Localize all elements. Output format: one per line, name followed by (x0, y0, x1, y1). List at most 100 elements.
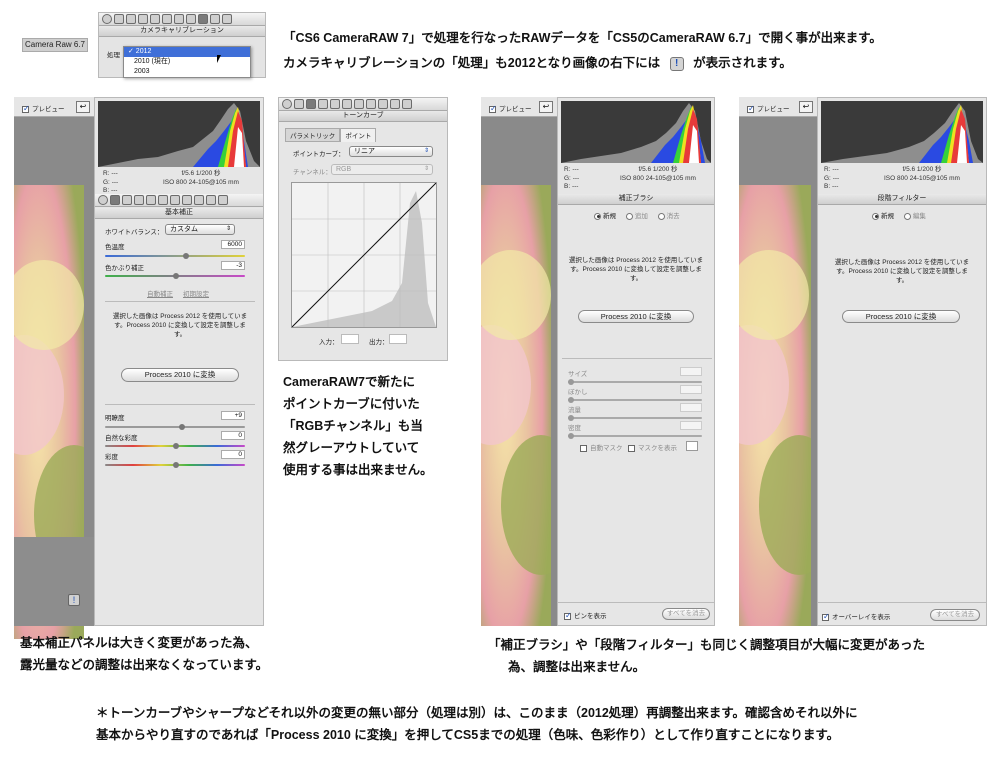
tab-basic-icon[interactable] (110, 195, 120, 205)
tab-presets-icon[interactable] (206, 195, 216, 205)
convert-message: 選択した画像は Process 2012 を使用しています。Process 20… (834, 259, 970, 284)
input-label: 入力： (319, 339, 339, 346)
process-warning-icon[interactable]: ! (68, 594, 80, 606)
basic-side-panel: R: --- G: --- B: --- f/5.6 1/200 秒 ISO 8… (94, 97, 264, 626)
snapshots-icon[interactable] (222, 14, 232, 24)
basic-panel-screenshot: プレビュー ↩ (14, 97, 264, 639)
clarity-slider[interactable] (105, 424, 245, 430)
curve-icon[interactable] (126, 14, 136, 24)
tab-detail-icon[interactable] (318, 99, 328, 109)
divider (105, 301, 255, 302)
tab-hsl-icon[interactable] (330, 99, 340, 109)
show-pins-checkbox[interactable]: ピンを表示 (564, 610, 607, 620)
calibration-panel-snippet: カメラキャリブレーション 処理 ✓ 2012 2010 (現在) 2003 (98, 12, 266, 78)
divider (558, 602, 714, 603)
preview-toggle-icon[interactable]: ↩ (76, 101, 90, 113)
preview-toggle-icon[interactable]: ↩ (799, 101, 813, 113)
saturation-label: 彩度 (105, 454, 118, 461)
tab-lens-icon[interactable] (170, 195, 180, 205)
divider (105, 404, 255, 405)
tab-split-icon[interactable] (158, 195, 168, 205)
channel-select: RGB ⇕ (331, 164, 433, 175)
tab-basic-icon[interactable] (294, 99, 304, 109)
basic-toolbar (95, 194, 263, 207)
split-icon[interactable] (162, 14, 172, 24)
curve-select[interactable]: リニア ⇕ (349, 146, 433, 157)
brush-note: 「補正ブラシ」や「段階フィルター」も同じく調整項目が大幅に変更があった 為、調整… (488, 638, 926, 674)
tint-label: 色かぶり補正 (105, 265, 144, 272)
process-option-2010[interactable]: 2010 (現在) (124, 57, 250, 67)
process-dropdown-menu[interactable]: ✓ 2012 2010 (現在) 2003 (123, 46, 251, 78)
mode-add-radio[interactable]: 追加 (625, 212, 648, 220)
tab-histogram-icon[interactable] (98, 195, 108, 205)
preview-bar: プレビュー ↩ (481, 97, 557, 117)
tab-split-icon[interactable] (342, 99, 352, 109)
tint-slider[interactable] (105, 273, 245, 279)
tab-detail-icon[interactable] (134, 195, 144, 205)
tab-camera-icon[interactable] (378, 99, 388, 109)
curve-graph[interactable] (291, 182, 437, 328)
tab-snapshots-icon[interactable] (218, 195, 228, 205)
vibrance-value[interactable]: 0 (221, 431, 245, 440)
preview-checkbox[interactable]: プレビュー (747, 103, 790, 113)
tab-curve-icon[interactable] (306, 99, 316, 109)
tab-fx-icon[interactable] (366, 99, 376, 109)
tab-fx-icon[interactable] (182, 195, 192, 205)
basic-note: 基本補正パネルは大きく変更があった為、 露光量などの調整は出来なくなっています。 (20, 636, 269, 672)
process-option-2003[interactable]: 2003 (124, 67, 250, 77)
convert-message: 選択した画像は Process 2012 を使用しています。Process 20… (112, 313, 248, 338)
fx-icon[interactable] (186, 14, 196, 24)
temp-slider[interactable] (105, 253, 245, 259)
tone-icon[interactable] (114, 14, 124, 24)
curve-graph-art (291, 182, 437, 328)
temp-value[interactable]: 6000 (221, 240, 245, 249)
tab-curve-icon[interactable] (122, 195, 132, 205)
density-value (680, 421, 702, 430)
detail-icon[interactable] (138, 14, 148, 24)
saturation-value[interactable]: 0 (221, 450, 245, 459)
tab-histogram-icon[interactable] (282, 99, 292, 109)
tab-hsl-icon[interactable] (146, 195, 156, 205)
lens-icon[interactable] (174, 14, 184, 24)
mode-new-radio[interactable]: 新規 (872, 212, 894, 220)
tab-lens-icon[interactable] (354, 99, 364, 109)
feather-value (680, 385, 702, 394)
default-link[interactable]: 初期設定 (183, 288, 209, 298)
grad-mode-group: 新規 編集 (872, 210, 926, 220)
convert-button[interactable]: Process 2010 に変換 (121, 368, 239, 382)
output-field[interactable] (389, 334, 407, 344)
preview-bar: プレビュー ↩ (739, 97, 817, 117)
tab-camera-icon[interactable] (194, 195, 204, 205)
process-option-2012[interactable]: ✓ 2012 (124, 47, 250, 57)
vibrance-slider[interactable] (105, 443, 245, 449)
histogram-icon[interactable] (102, 14, 112, 24)
clarity-value[interactable]: +9 (221, 411, 245, 420)
tab-point[interactable]: ポイント (340, 128, 377, 142)
tone-header: トーンカーブ (279, 111, 447, 122)
tint-value[interactable]: -3 (221, 261, 245, 270)
hsl-icon[interactable] (150, 14, 160, 24)
mode-edit-radio[interactable]: 編集 (903, 212, 926, 220)
tab-presets-icon[interactable] (390, 99, 400, 109)
tab-parametric[interactable]: パラメトリック (285, 128, 341, 142)
saturation-slider[interactable] (105, 462, 245, 468)
camera-icon[interactable] (198, 14, 208, 24)
wb-select[interactable]: カスタム ⇕ (165, 224, 235, 235)
presets-icon[interactable] (210, 14, 220, 24)
top-caption-line1: 「CS6 CameraRAW 7」で処理を行なったRAWデータを「CS5のCam… (283, 31, 882, 45)
preview-toggle-icon[interactable]: ↩ (539, 101, 553, 113)
mask-color-swatch (686, 441, 698, 451)
tab-snapshots-icon[interactable] (402, 99, 412, 109)
input-field[interactable] (341, 334, 359, 344)
overlay-checkbox[interactable]: オーバーレイを表示 (822, 611, 890, 621)
auto-link[interactable]: 自動補正 (147, 288, 173, 298)
mode-erase-radio[interactable]: 消去 (657, 212, 680, 220)
histogram-graph (561, 103, 711, 163)
convert-button[interactable]: Process 2010 に変換 (578, 310, 694, 323)
preview-checkbox[interactable]: プレビュー (22, 103, 65, 113)
basic-header: 基本補正 (95, 208, 263, 219)
flow-slider (568, 415, 702, 421)
preview-checkbox[interactable]: プレビュー (489, 103, 532, 113)
convert-button[interactable]: Process 2010 に変換 (842, 310, 960, 323)
mode-new-radio[interactable]: 新規 (594, 212, 616, 220)
